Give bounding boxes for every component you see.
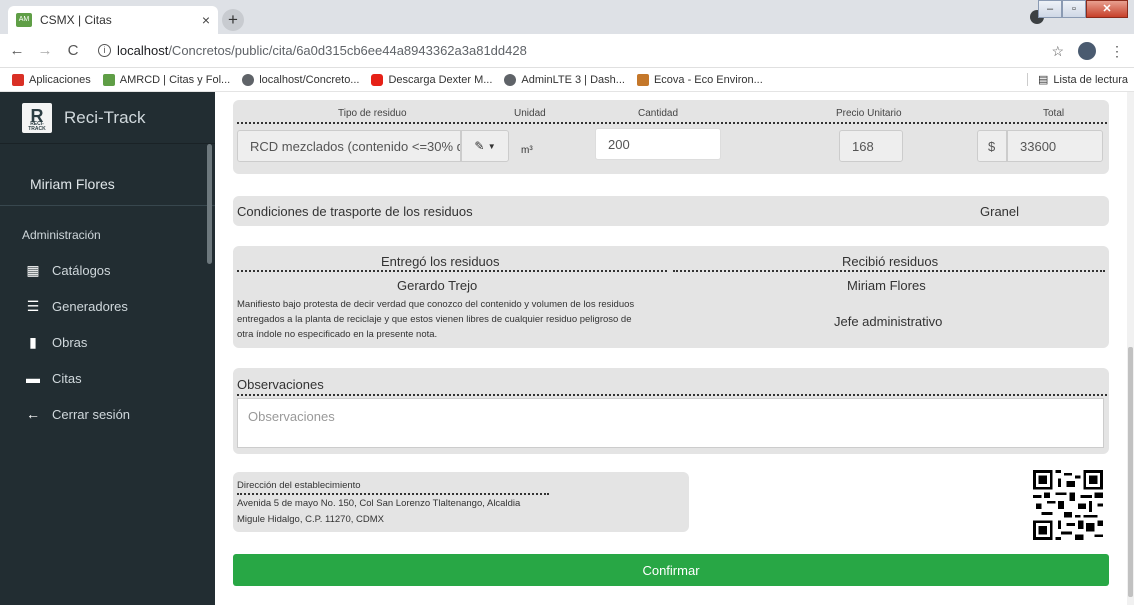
entrego-divider (237, 270, 667, 272)
ecova-icon (636, 73, 649, 86)
manifiesto-line: Manifiesto bajo protesta de decir verdad… (237, 299, 635, 310)
sidebar-scrollbar[interactable] (207, 144, 212, 264)
tipo-residuo-select[interactable]: RCD mezclados (contenido <=30% d (237, 130, 461, 162)
page-scrollbar[interactable] (1127, 92, 1134, 605)
bookmarks-bar: Aplicaciones AMRCD | Citas y Fol... loca… (0, 68, 1134, 92)
direccion-panel: Dirección del establecimiento Avenida 5 … (233, 472, 689, 532)
url-host: localhost (117, 43, 169, 58)
sidebar-item-catalogos[interactable]: ▦ Catálogos (0, 252, 215, 288)
section-header: Administración (22, 228, 101, 242)
bookmark-item[interactable]: Ecova - Eco Environ... (636, 73, 763, 86)
sidebar-item-generadores[interactable]: ☰ Generadores (0, 288, 215, 324)
observaciones-label: Observaciones (237, 377, 324, 392)
header-precio: Precio Unitario (836, 108, 902, 119)
account-avatar-icon[interactable] (1078, 42, 1096, 60)
sidebar: R RECI-TRACK Reci-Track Miriam Flores Ad… (0, 92, 215, 605)
confirm-button[interactable]: Confirmar (233, 554, 1109, 586)
manifiesto-line: entregados a la planta de reciclaje y qu… (237, 314, 632, 325)
recibio-label: Recibió residuos (842, 254, 939, 269)
menu-kebab-icon[interactable]: ⋮ (1110, 43, 1124, 60)
bookmark-star-icon[interactable]: ☆ (1051, 43, 1064, 60)
bookmark-item[interactable]: Descarga Dexter M... (371, 73, 492, 86)
forward-icon[interactable]: → (34, 42, 56, 59)
globe-icon (242, 73, 255, 86)
qr-code-icon (1033, 470, 1103, 540)
maximize-icon[interactable]: ▫ (1062, 0, 1086, 18)
address-bar: ← → C i localhost/Concretos/public/cita/… (0, 34, 1134, 68)
transporte-label: Condiciones de trasporte de los residuos (237, 204, 473, 219)
header-unidad: Unidad (514, 108, 546, 119)
residuos-panel: Tipo de residuo Unidad Cantidad Precio U… (233, 100, 1109, 174)
main-content: Tipo de residuo Unidad Cantidad Precio U… (215, 92, 1134, 605)
amrcd-favicon-icon: AM (16, 13, 32, 27)
precio-unitario-field: 168 (839, 130, 903, 162)
bars-icon: ☰ (26, 298, 40, 314)
observaciones-textarea[interactable]: Observaciones (237, 398, 1104, 448)
reading-list-icon: ▤ (1037, 74, 1049, 86)
minimize-icon[interactable]: – (1038, 0, 1062, 18)
reci-track-logo: R RECI-TRACK (22, 102, 52, 133)
recibio-role: Jefe administrativo (834, 314, 943, 329)
bookmark-item[interactable]: localhost/Concreto... (242, 73, 359, 86)
sidebar-menu: ▦ Catálogos ☰ Generadores ▮ Obras ▬ Cita… (0, 252, 215, 432)
amrcd-icon (102, 73, 115, 86)
tab-close-icon[interactable]: × (202, 12, 210, 28)
direccion-divider (237, 493, 549, 495)
caret-down-icon: ▼ (487, 141, 496, 151)
browser-tab[interactable]: AM CSMX | Citas × (8, 6, 218, 34)
direccion-line2: Migule Hidalgo, C.P. 11270, CDMX (237, 514, 384, 525)
entrego-name: Gerardo Trejo (397, 278, 478, 293)
cantidad-input[interactable]: 200 (595, 128, 721, 160)
header-cantidad: Cantidad (638, 108, 679, 119)
bookmark-item[interactable]: AMRCD | Citas y Fol... (102, 73, 230, 86)
sidebar-item-obras[interactable]: ▮ Obras (0, 324, 215, 360)
sidebar-item-cerrar-sesion[interactable]: ← Cerrar sesión (0, 396, 215, 432)
header-total: Total (1043, 108, 1065, 119)
window-close-icon[interactable]: ✕ (1086, 0, 1128, 18)
sidebar-item-citas[interactable]: ▬ Citas (0, 360, 215, 396)
direccion-line1: Avenida 5 de mayo No. 150, Col San Loren… (237, 498, 521, 509)
new-tab-button[interactable]: + (222, 9, 244, 31)
globe-icon (504, 73, 517, 86)
transporte-panel: Condiciones de trasporte de los residuos… (233, 196, 1109, 226)
browser-tab-strip: AM CSMX | Citas × + – ▫ ✕ (0, 0, 1134, 34)
brand-name: Reci-Track (64, 107, 146, 127)
recibio-divider (673, 270, 1105, 272)
brand[interactable]: R RECI-TRACK Reci-Track (0, 92, 215, 144)
site-info-icon[interactable]: i (98, 44, 111, 57)
edit-dropdown-button[interactable]: ✎ ▼ (461, 130, 509, 162)
bookmark-item[interactable]: AdminLTE 3 | Dash... (504, 73, 625, 86)
user-name: Miriam Flores (0, 154, 215, 206)
manifiesto-line: otra índole no especificado en la presen… (237, 329, 438, 340)
unidad-value: m³ (521, 145, 533, 156)
bookmark-item[interactable]: Aplicaciones (12, 73, 91, 86)
entrego-label: Entregó los residuos (381, 254, 500, 269)
currency-addon: $ (977, 130, 1007, 162)
recibio-name: Miriam Flores (847, 278, 926, 293)
address-actions: ☆ ⋮ (1051, 42, 1124, 60)
transporte-value: Granel (980, 204, 1020, 219)
youtube-icon (371, 73, 384, 86)
direccion-label: Dirección del establecimiento (237, 480, 361, 491)
back-icon[interactable]: ← (6, 42, 28, 59)
arrow-left-icon: ← (26, 406, 40, 422)
calendar-icon: ▬ (26, 370, 40, 386)
tab-title: CSMX | Citas (40, 13, 112, 27)
page-scrollbar-thumb[interactable] (1128, 347, 1133, 597)
entrega-panel: Entregó los residuos Recibió residuos Ge… (233, 246, 1109, 348)
pencil-icon: ✎ (474, 139, 485, 153)
reload-icon[interactable]: C (62, 42, 84, 59)
table-icon: ▦ (26, 262, 40, 278)
total-field: 33600 (1007, 130, 1103, 162)
reading-list-button[interactable]: ▤ Lista de lectura (1026, 73, 1128, 86)
observaciones-divider (237, 394, 1107, 396)
url-path: /Concretos/public/cita/6a0d315cb6ee44a89… (168, 43, 527, 58)
url-field[interactable]: i localhost/Concretos/public/cita/6a0d31… (98, 43, 527, 58)
header-divider (237, 122, 1107, 124)
header-tipo: Tipo de residuo (338, 108, 407, 119)
apps-icon (12, 73, 24, 86)
window-controls: – ▫ ✕ (1038, 0, 1128, 18)
building-icon: ▮ (29, 334, 37, 350)
